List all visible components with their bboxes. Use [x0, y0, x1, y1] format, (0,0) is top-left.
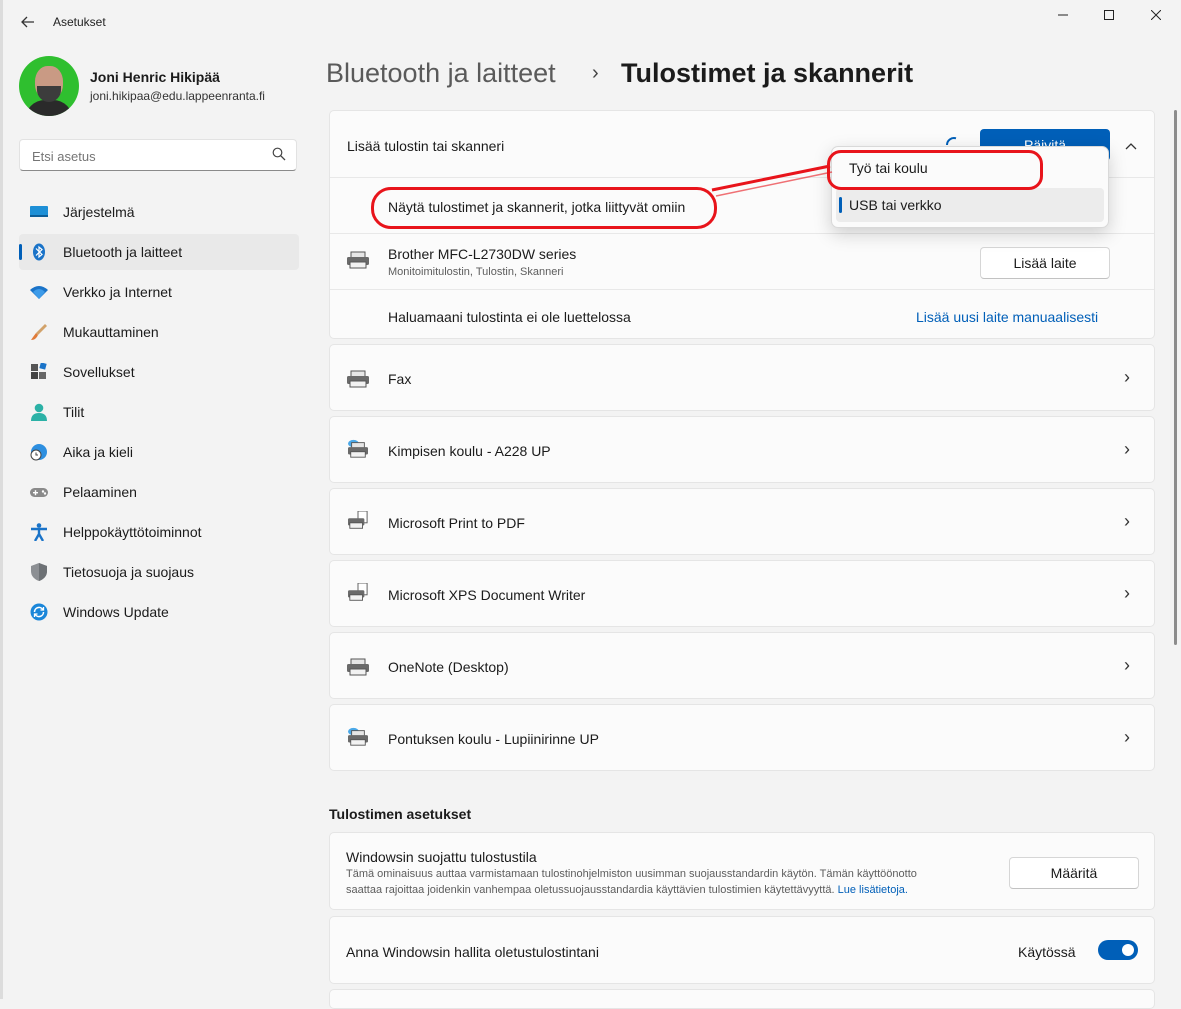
title-bar: [0, 0, 1181, 44]
chevron-right-icon: ›: [1124, 655, 1130, 675]
chevron-right-icon: ›: [1124, 727, 1130, 747]
document-printer-icon: [348, 583, 368, 601]
printer-row[interactable]: Kimpisen koulu - A228 UP ›: [329, 416, 1155, 483]
cloud-printer-icon: [348, 439, 368, 458]
annotation-line: [711, 164, 833, 197]
shield-icon: [31, 563, 47, 581]
update-icon: [30, 603, 48, 621]
breadcrumb-separator: ›: [592, 62, 599, 84]
printer-row[interactable]: Pontuksen koulu - Lupiinirinne UP ›: [329, 704, 1155, 771]
chevron-right-icon: ›: [1124, 439, 1130, 459]
sidebar-item-system[interactable]: Järjestelmä: [19, 194, 299, 230]
chevron-up-icon: [1125, 143, 1137, 150]
protected-mode-desc-1: Tämä ominaisuus auttaa varmistamaan tulo…: [346, 868, 917, 880]
protected-print-mode-card: Windowsin suojattu tulostustila Tämä omi…: [329, 832, 1155, 910]
protected-mode-title: Windowsin suojattu tulostustila: [346, 849, 537, 865]
printer-name: Microsoft Print to PDF: [388, 515, 525, 531]
sidebar-item-windows-update[interactable]: Windows Update: [19, 594, 299, 630]
close-icon: [1151, 10, 1161, 20]
accessibility-icon: [31, 523, 47, 541]
found-printer-name: Brother MFC-L2730DW series: [388, 246, 577, 262]
account-icon: [31, 403, 47, 421]
printer-row[interactable]: OneNote (Desktop) ›: [329, 632, 1155, 699]
add-manually-link[interactable]: Lisää uusi laite manuaalisesti: [916, 309, 1098, 325]
document-printer-icon: [348, 511, 368, 529]
background-window-edge: [0, 0, 3, 999]
not-listed-label: Haluamaani tulostinta ei ole luettelossa: [388, 309, 631, 325]
printer-icon: [347, 370, 369, 388]
search-box[interactable]: [19, 139, 297, 171]
annotation-ellipse: [827, 150, 1043, 190]
profile-name: Joni Henric Hikipää: [90, 69, 220, 85]
window-title: Asetukset: [53, 15, 106, 29]
add-printer-label: Lisää tulostin tai skanneri: [347, 138, 505, 154]
printer-name: OneNote (Desktop): [388, 659, 509, 675]
sidebar-item-apps[interactable]: Sovellukset: [19, 354, 299, 390]
page-title: Tulostimet ja skannerit: [621, 58, 914, 88]
chevron-right-icon: ›: [1124, 583, 1130, 603]
sidebar-item-gaming[interactable]: Pelaaminen: [19, 474, 299, 510]
sidebar-item-network[interactable]: Verkko ja Internet: [19, 274, 299, 310]
sidebar-item-accessibility[interactable]: Helppokäyttötoiminnot: [19, 514, 299, 550]
toggle-state-label: Käytössä: [1018, 944, 1076, 960]
printer-name: Pontuksen koulu - Lupiinirinne UP: [388, 731, 599, 747]
next-card-partial: [329, 989, 1155, 1009]
gamepad-icon: [30, 488, 48, 497]
chevron-right-icon: ›: [1124, 511, 1130, 531]
dropdown-option-usb-network[interactable]: USB tai verkko: [836, 188, 1104, 222]
printer-name: Fax: [388, 371, 412, 387]
sidebar-item-accounts[interactable]: Tilit: [19, 394, 299, 430]
wifi-icon: [30, 286, 48, 299]
back-button[interactable]: [14, 10, 42, 34]
maximize-icon: [1104, 10, 1114, 20]
add-device-button[interactable]: Lisää laite: [980, 247, 1110, 279]
learn-more-link[interactable]: Lue lisätietoja.: [838, 884, 908, 896]
profile-email: joni.hikipaa@edu.lappeenranta.fi: [90, 89, 265, 103]
configure-button[interactable]: Määritä: [1009, 857, 1139, 889]
sidebar-item-bluetooth[interactable]: Bluetooth ja laitteet: [19, 234, 299, 270]
default-printer-toggle[interactable]: [1098, 940, 1138, 960]
printer-icon: [347, 658, 369, 676]
default-printer-card: Anna Windowsin hallita oletustulostintan…: [329, 916, 1155, 984]
close-button[interactable]: [1133, 0, 1179, 30]
section-title: Tulostimen asetukset: [329, 806, 472, 822]
protected-mode-desc-2: saattaa rajoittaa joidenkin vanhempaa ol…: [346, 884, 835, 896]
collapse-button[interactable]: [1113, 131, 1149, 161]
printer-icon: [347, 251, 369, 269]
brush-icon: [31, 324, 47, 340]
cloud-printer-icon: [348, 727, 368, 746]
search-icon: [272, 147, 286, 161]
found-printer-desc: Monitoimitulostin, Tulostin, Skanneri: [388, 266, 564, 278]
breadcrumb-parent[interactable]: Bluetooth ja laitteet: [326, 58, 556, 89]
globe-clock-icon: [30, 444, 47, 461]
minimize-button[interactable]: [1040, 0, 1086, 30]
apps-icon: [31, 363, 47, 379]
selection-indicator: [19, 244, 22, 260]
scrollbar[interactable]: [1174, 110, 1177, 645]
maximize-button[interactable]: [1086, 0, 1132, 30]
avatar[interactable]: [19, 56, 79, 116]
back-arrow-icon: [21, 16, 34, 28]
printer-row[interactable]: Microsoft Print to PDF ›: [329, 488, 1155, 555]
printer-row[interactable]: Fax ›: [329, 344, 1155, 411]
sidebar-item-privacy[interactable]: Tietosuoja ja suojaus: [19, 554, 299, 590]
printer-name: Microsoft XPS Document Writer: [388, 587, 586, 603]
default-printer-label: Anna Windowsin hallita oletustulostintan…: [346, 944, 599, 960]
chevron-right-icon: ›: [1124, 367, 1130, 387]
sidebar-item-time-language[interactable]: Aika ja kieli: [19, 434, 299, 470]
bluetooth-icon: [33, 243, 45, 261]
minimize-icon: [1058, 14, 1068, 16]
printer-row[interactable]: Microsoft XPS Document Writer ›: [329, 560, 1155, 627]
printer-name: Kimpisen koulu - A228 UP: [388, 443, 551, 459]
annotation-ellipse: [371, 187, 717, 229]
sidebar-item-personalization[interactable]: Mukauttaminen: [19, 314, 299, 350]
system-icon: [30, 206, 48, 217]
search-input[interactable]: [30, 146, 264, 166]
